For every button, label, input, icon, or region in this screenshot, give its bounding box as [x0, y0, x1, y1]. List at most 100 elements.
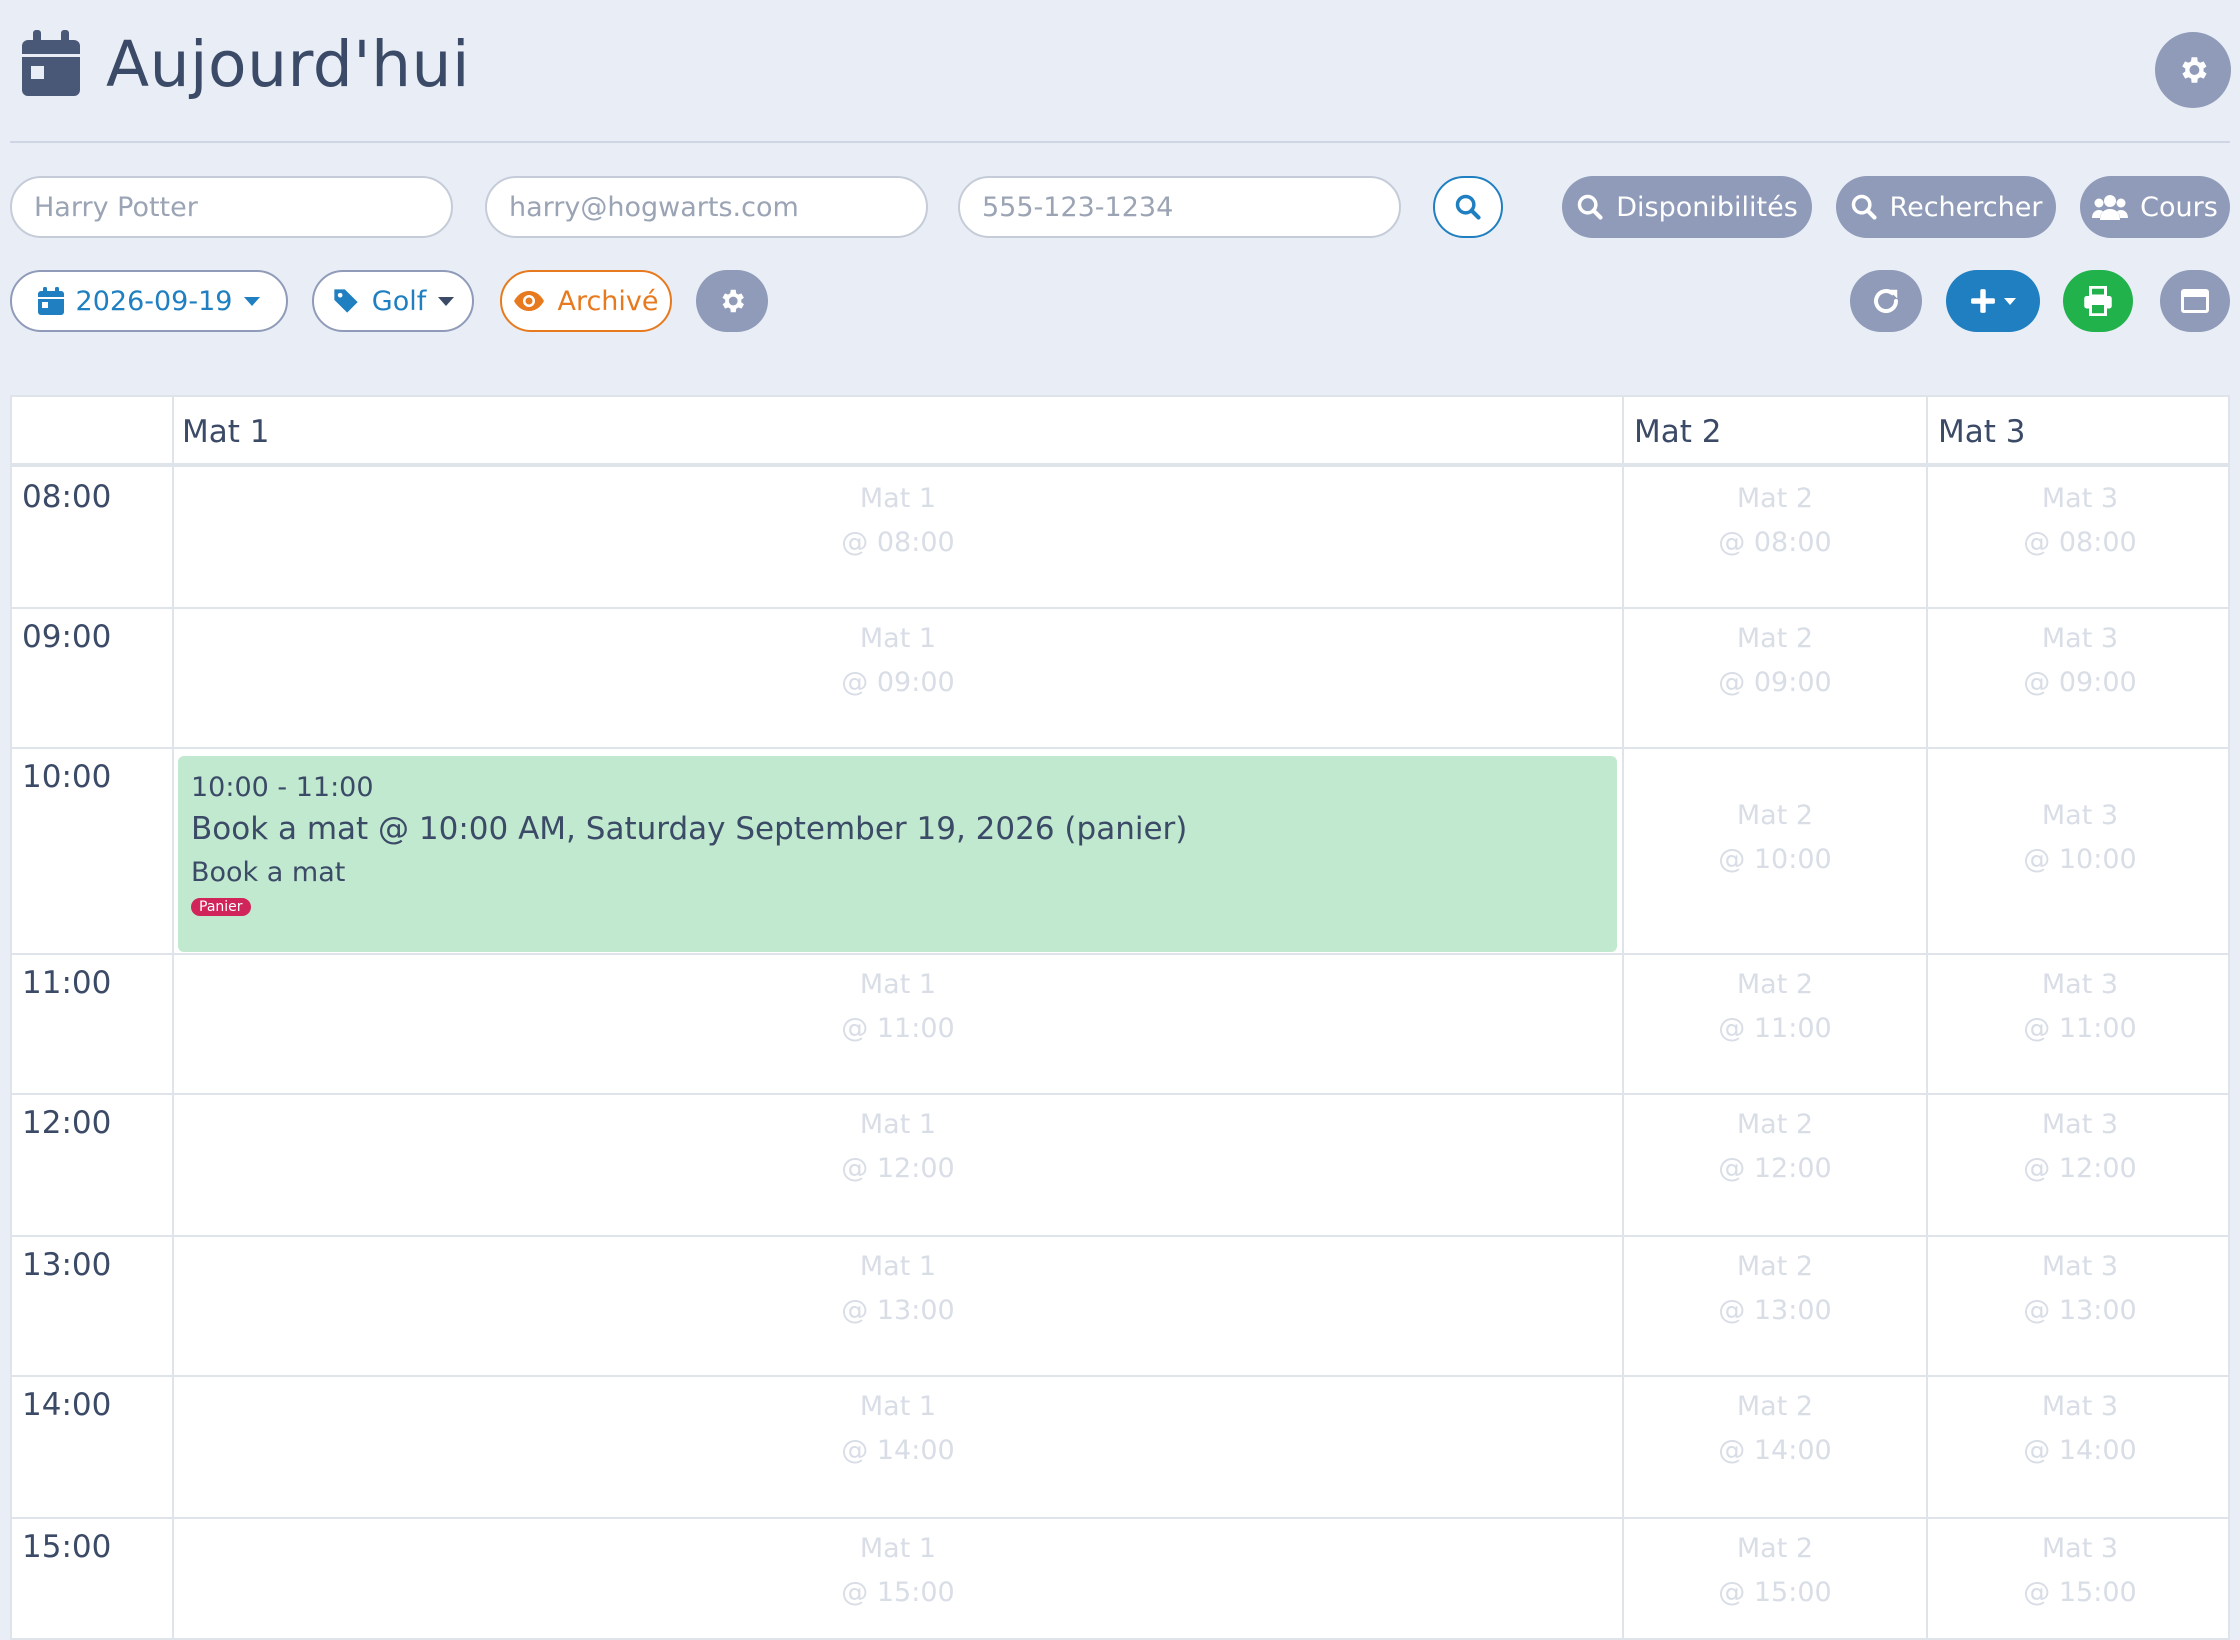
empty-slot[interactable]: Mat 2 @ 08:00 [1624, 477, 1926, 565]
empty-slot[interactable]: Mat 2 @ 15:00 [1624, 1527, 1926, 1615]
empty-slot[interactable]: Mat 2 @ 11:00 [1624, 963, 1926, 1051]
empty-slot[interactable]: Mat 1 @ 15:00 [174, 1527, 1622, 1615]
slot-resource: Mat 1 [859, 623, 937, 654]
slot-time: @ 11:00 [841, 1013, 955, 1044]
row-divider [12, 1235, 2228, 1237]
slot-time: @ 11:00 [2023, 1013, 2137, 1044]
time-label: 14:00 [22, 1387, 112, 1423]
chevron-down-icon [438, 296, 455, 306]
slot-time: @ 09:00 [2023, 667, 2137, 698]
slot-time: @ 13:00 [1718, 1295, 1832, 1326]
time-label: 09:00 [22, 619, 112, 655]
calendar-grid: Mat 1 Mat 2 Mat 3 08:00 Mat 1 @ 08:00 Mat 2… [10, 395, 2230, 1640]
time-label: 11:00 [22, 965, 112, 1001]
time-label: 10:00 [22, 759, 112, 795]
slot-time: @ 09:00 [1718, 667, 1832, 698]
availability-label: Disponibilités [1616, 191, 1798, 223]
slot-resource: Mat 1 [859, 1109, 937, 1140]
archived-label: Archivé [557, 285, 659, 317]
courses-button[interactable]: Cours [2080, 176, 2230, 238]
slot-resource: Mat 2 [1736, 1109, 1814, 1140]
booking-event[interactable]: 10:00 - 11:00 Book a mat @ 10:00 AM, Sat… [178, 756, 1617, 952]
slot-time: @ 12:00 [1718, 1153, 1832, 1184]
empty-slot[interactable]: Mat 3 @ 14:00 [1928, 1385, 2228, 1473]
slot-resource: Mat 1 [859, 1533, 937, 1564]
empty-slot[interactable]: Mat 1 @ 08:00 [174, 477, 1622, 565]
search-button[interactable] [1433, 176, 1503, 238]
empty-slot[interactable]: Mat 3 @ 13:00 [1928, 1245, 2228, 1333]
slot-resource: Mat 2 [1736, 1533, 1814, 1564]
add-button[interactable] [1946, 270, 2040, 332]
chevron-down-icon [2004, 297, 2016, 305]
empty-slot[interactable]: Mat 1 @ 11:00 [174, 963, 1622, 1051]
category-dropdown[interactable]: Golf [312, 270, 474, 332]
event-subtitle: Book a mat [191, 857, 346, 888]
empty-slot[interactable]: Mat 2 @ 13:00 [1624, 1245, 1926, 1333]
refresh-icon [1874, 289, 1899, 314]
page-title: Aujourd'hui [106, 28, 470, 101]
slot-time: @ 11:00 [1718, 1013, 1832, 1044]
slot-resource: Mat 3 [2041, 800, 2119, 831]
email-input[interactable] [485, 176, 928, 238]
plus-icon [1971, 289, 1995, 313]
print-icon [2084, 286, 2112, 316]
slot-time: @ 08:00 [841, 527, 955, 558]
empty-slot[interactable]: Mat 3 @ 10:00 [1928, 794, 2228, 882]
slot-resource: Mat 1 [859, 1391, 937, 1422]
courses-label: Cours [2140, 191, 2218, 223]
view-settings-button[interactable] [696, 270, 768, 332]
empty-slot[interactable]: Mat 2 @ 10:00 [1624, 794, 1926, 882]
empty-slot[interactable]: Mat 1 @ 14:00 [174, 1385, 1622, 1473]
slot-time: @ 14:00 [841, 1435, 955, 1466]
empty-slot[interactable]: Mat 1 @ 09:00 [174, 617, 1622, 705]
slot-resource: Mat 2 [1736, 483, 1814, 514]
empty-slot[interactable]: Mat 3 @ 11:00 [1928, 963, 2228, 1051]
window-icon [2181, 289, 2209, 313]
slot-resource: Mat 3 [2041, 483, 2119, 514]
archived-toggle[interactable]: Archivé [500, 270, 672, 332]
availability-button[interactable]: Disponibilités [1562, 176, 1812, 238]
row-divider [12, 607, 2228, 609]
slot-resource: Mat 2 [1736, 800, 1814, 831]
slot-resource: Mat 1 [859, 483, 937, 514]
status-badge: Panier [191, 898, 251, 916]
empty-slot[interactable]: Mat 1 @ 12:00 [174, 1103, 1622, 1191]
date-value: 2026-09-19 [75, 285, 233, 317]
slot-time: @ 10:00 [2023, 844, 2137, 875]
empty-slot[interactable]: Mat 3 @ 09:00 [1928, 617, 2228, 705]
slot-time: @ 09:00 [841, 667, 955, 698]
gear-icon [722, 289, 744, 313]
search-all-label: Rechercher [1889, 191, 2043, 223]
gear-icon [2182, 57, 2207, 83]
empty-slot[interactable]: Mat 3 @ 15:00 [1928, 1527, 2228, 1615]
empty-slot[interactable]: Mat 1 @ 13:00 [174, 1245, 1622, 1333]
top-bar: Aujourd'hui [10, 0, 2231, 143]
empty-slot[interactable]: Mat 3 @ 08:00 [1928, 477, 2228, 565]
slot-resource: Mat 1 [859, 1251, 937, 1282]
slot-resource: Mat 3 [2041, 1391, 2119, 1422]
window-button[interactable] [2160, 270, 2230, 332]
empty-slot[interactable]: Mat 2 @ 14:00 [1624, 1385, 1926, 1473]
slot-time: @ 08:00 [2023, 527, 2137, 558]
slot-resource: Mat 2 [1736, 623, 1814, 654]
empty-slot[interactable]: Mat 3 @ 12:00 [1928, 1103, 2228, 1191]
column-header-mat-1: Mat 1 [182, 414, 270, 450]
name-input[interactable] [10, 176, 453, 238]
search-all-button[interactable]: Rechercher [1836, 176, 2056, 238]
slot-resource: Mat 3 [2041, 969, 2119, 1000]
refresh-button[interactable] [1850, 270, 1922, 332]
print-button[interactable] [2063, 270, 2133, 332]
empty-slot[interactable]: Mat 2 @ 12:00 [1624, 1103, 1926, 1191]
slot-time: @ 14:00 [1718, 1435, 1832, 1466]
empty-slot[interactable]: Mat 2 @ 09:00 [1624, 617, 1926, 705]
row-divider [12, 1093, 2228, 1095]
date-dropdown[interactable]: 2026-09-19 [10, 270, 288, 332]
calendar-icon [37, 287, 64, 315]
slot-resource: Mat 3 [2041, 1251, 2119, 1282]
column-header-row: Mat 1 Mat 2 Mat 3 [12, 397, 2228, 467]
phone-input[interactable] [958, 176, 1401, 238]
slot-resource: Mat 3 [2041, 1533, 2119, 1564]
time-label: 12:00 [22, 1105, 112, 1141]
settings-button[interactable] [2155, 32, 2231, 108]
users-icon [2092, 195, 2129, 220]
